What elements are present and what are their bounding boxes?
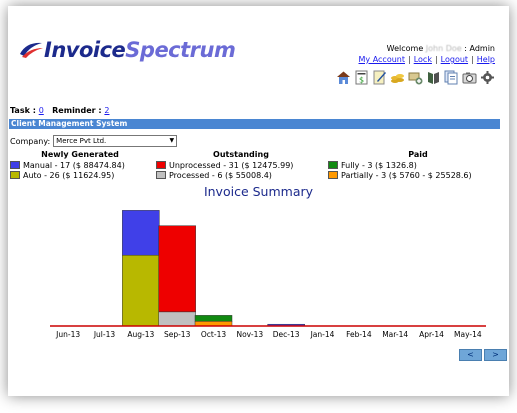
x-tick-label: Oct-13 <box>201 330 226 339</box>
next-button[interactable]: > <box>484 349 507 361</box>
x-tick-label: Apr-14 <box>419 330 444 339</box>
prev-button[interactable]: < <box>459 349 482 361</box>
chart-bar-Oct-13-s5 <box>194 315 233 322</box>
x-tick-label: Jun-13 <box>55 330 80 339</box>
x-tick-label: Jan-14 <box>310 330 335 339</box>
chart-bar-Aug-13-s1 <box>122 210 160 256</box>
x-tick-label: Dec-13 <box>273 330 300 339</box>
x-tick-label: May-14 <box>454 330 482 339</box>
x-tick-label: Mar-14 <box>382 330 408 339</box>
x-tick-label: Feb-14 <box>346 330 372 339</box>
invoice-summary-chart: Jun-13 Jul-13 Aug-13 Sep-13 Oct-13 Nov-13 Dec-… <box>50 210 486 339</box>
chart-bar-Sep-13-s2 <box>158 311 196 327</box>
chart-bar-Sep-13-s3 <box>158 225 196 313</box>
x-tick-label: Sep-13 <box>164 330 191 339</box>
x-tick-label: Nov-13 <box>236 330 263 339</box>
x-tick-label: Jul-13 <box>93 330 116 339</box>
chart-bar-Aug-13-s0 <box>122 254 160 327</box>
x-tick-label: Aug-13 <box>127 330 154 339</box>
